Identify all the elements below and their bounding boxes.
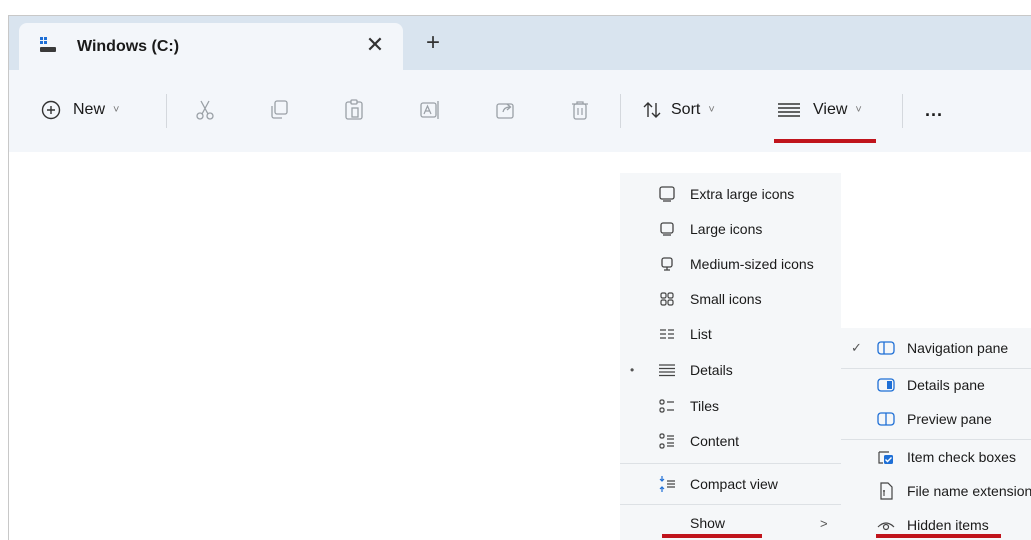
new-tab-button[interactable]: + — [419, 30, 447, 58]
rename-button[interactable] — [419, 92, 441, 128]
chevron-right-icon: > — [820, 515, 828, 531]
content-icon — [659, 433, 674, 449]
details-pane-icon — [877, 378, 895, 392]
share-icon — [496, 103, 514, 119]
selected-bullet-icon: • — [630, 363, 635, 377]
view-menu: Extra large icons Large icons Medium-siz… — [620, 173, 841, 540]
more-icon: ... — [925, 99, 944, 120]
command-bar: New ˅ Sort ˅ View ˅ ... — [9, 70, 1031, 152]
menu-item-file-name-extensions[interactable]: File name extensions — [841, 474, 1031, 508]
copy-button[interactable] — [268, 92, 290, 128]
delete-button[interactable] — [569, 92, 591, 128]
divider — [902, 94, 903, 128]
menu-divider — [620, 504, 841, 505]
copy-icon — [271, 100, 288, 119]
view-highlight-underline — [774, 139, 876, 143]
trash-icon — [572, 101, 588, 120]
menu-item-medium-icons[interactable]: Medium-sized icons — [620, 247, 841, 281]
view-label: View — [813, 101, 848, 118]
sort-icon — [643, 102, 661, 118]
compact-icon — [659, 476, 675, 492]
menu-item-large-icons[interactable]: Large icons — [620, 212, 841, 246]
share-button[interactable] — [495, 92, 517, 128]
sort-button[interactable]: Sort ˅ — [641, 92, 715, 128]
hidden-items-highlight-underline — [876, 534, 1001, 538]
chevron-down-icon: ˅ — [855, 104, 862, 116]
chevron-down-icon: ˅ — [708, 104, 715, 116]
cut-button[interactable] — [194, 92, 216, 128]
new-label: New — [73, 101, 106, 118]
view-button[interactable]: View ˅ — [777, 92, 862, 128]
tab-strip: Windows (C:) ✕ + — [9, 16, 1031, 70]
menu-item-item-check-boxes[interactable]: Item check boxes — [841, 440, 1031, 474]
list-icon — [660, 329, 674, 339]
preview-pane-icon — [877, 412, 895, 426]
checkmark-icon: ✓ — [851, 340, 862, 355]
file-icon — [880, 482, 893, 500]
tab-title: Windows (C:) — [77, 38, 180, 55]
plus-circle-icon — [41, 100, 61, 120]
new-button[interactable]: New ˅ — [41, 92, 119, 128]
checkbox-icon — [878, 451, 893, 464]
menu-item-content[interactable]: Content — [620, 424, 841, 458]
menu-item-tiles[interactable]: Tiles — [620, 389, 841, 423]
grid-icon — [660, 292, 674, 306]
drive-icon — [40, 37, 56, 52]
close-tab-button[interactable]: ✕ — [361, 31, 389, 59]
monitor-icon — [659, 186, 675, 202]
clipboard-icon — [345, 99, 363, 120]
eye-icon — [877, 522, 895, 531]
show-highlight-underline — [662, 534, 762, 538]
menu-item-list[interactable]: List — [620, 317, 841, 351]
tab-windows-c[interactable]: Windows (C:) ✕ — [19, 23, 403, 70]
more-options-button[interactable]: ... — [925, 92, 943, 128]
menu-item-small-icons[interactable]: Small icons — [620, 282, 841, 316]
monitor-icon — [661, 257, 673, 271]
monitor-icon — [660, 222, 674, 236]
explorer-window: Windows (C:) ✕ + New ˅ Sort ˅ View ˅ ...… — [8, 15, 1031, 540]
sort-label: Sort — [671, 101, 701, 118]
chevron-down-icon: ˅ — [113, 104, 120, 116]
menu-item-navigation-pane[interactable]: ✓ Navigation pane — [841, 331, 1031, 365]
paste-button[interactable] — [343, 92, 365, 128]
show-submenu: ✓ Navigation pane Details pane Preview p… — [841, 328, 1031, 540]
menu-item-preview-pane[interactable]: Preview pane — [841, 402, 1031, 436]
navigation-pane-icon — [877, 341, 895, 355]
menu-item-details-pane[interactable]: Details pane — [841, 368, 1031, 402]
view-lines-icon — [778, 103, 800, 117]
tiles-icon — [659, 399, 674, 413]
menu-item-details[interactable]: • Details — [620, 353, 841, 387]
menu-item-extra-large-icons[interactable]: Extra large icons — [620, 177, 841, 211]
divider — [166, 94, 167, 128]
rename-icon — [420, 101, 439, 119]
divider — [620, 94, 621, 128]
menu-divider — [620, 463, 841, 464]
menu-item-compact-view[interactable]: Compact view — [620, 467, 841, 501]
scissors-icon — [196, 100, 214, 120]
details-icon — [659, 364, 675, 377]
